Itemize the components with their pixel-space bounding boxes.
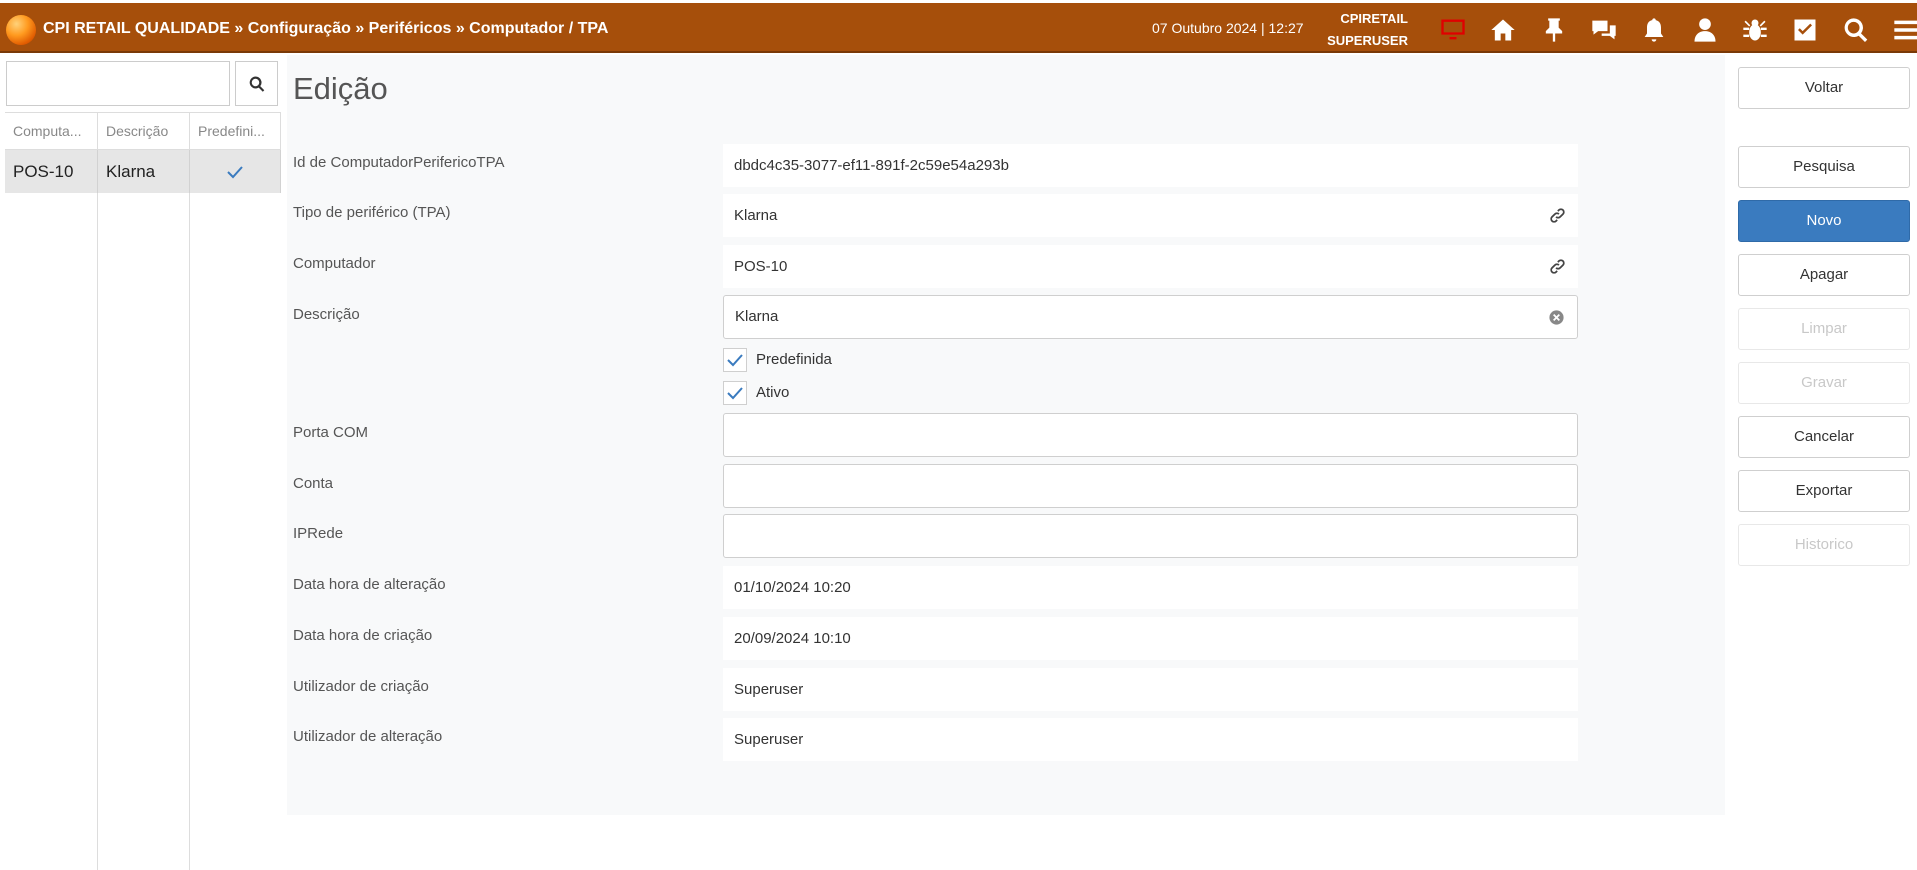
bug-icon[interactable] bbox=[1730, 14, 1780, 46]
field-id: dbdc4c35-3077-ef11-891f-2c59e54a293b bbox=[723, 144, 1578, 187]
link-icon[interactable] bbox=[1549, 258, 1566, 275]
label-computador: Computador bbox=[293, 255, 376, 272]
list-search-input[interactable] bbox=[6, 61, 230, 106]
chat-icon[interactable] bbox=[1579, 14, 1629, 46]
column-header-computador[interactable]: Computa... bbox=[5, 113, 98, 149]
record-list-panel: Computa... Descrição Predefini... POS-10… bbox=[0, 55, 286, 870]
limpar-button: Limpar bbox=[1738, 308, 1910, 350]
monitor-icon[interactable] bbox=[1428, 14, 1478, 46]
historico-button: Historico bbox=[1738, 524, 1910, 566]
search-icon bbox=[249, 76, 264, 92]
label-iprede: IPRede bbox=[293, 525, 344, 542]
porta-com-input[interactable] bbox=[723, 413, 1578, 457]
list-search-button[interactable] bbox=[235, 61, 278, 106]
menu-icon[interactable] bbox=[1881, 14, 1917, 46]
row-description: Klarna bbox=[98, 150, 190, 193]
list-header: Computa... Descrição Predefini... bbox=[5, 112, 281, 150]
current-datetime: 07 Outubro 2024 | 12:27 bbox=[1152, 20, 1304, 36]
checkbox-icon[interactable] bbox=[1780, 14, 1830, 46]
conta-input[interactable] bbox=[723, 464, 1578, 508]
actions-panel: Voltar Pesquisa Novo Apagar Limpar Grava… bbox=[1725, 55, 1917, 815]
clear-icon[interactable] bbox=[1548, 309, 1565, 326]
label-conta: Conta bbox=[293, 475, 334, 492]
link-icon[interactable] bbox=[1549, 207, 1566, 224]
home-icon[interactable] bbox=[1478, 14, 1528, 46]
user-name: SUPERUSER bbox=[1327, 33, 1408, 48]
field-computador: POS-10 bbox=[723, 245, 1578, 288]
row-computer: POS-10 bbox=[5, 150, 98, 193]
field-data-criacao: 20/09/2024 10:10 bbox=[723, 617, 1578, 660]
label-utilizador-alteracao: Utilizador de alteração bbox=[293, 728, 443, 745]
label-tipo: Tipo de periférico (TPA) bbox=[293, 204, 451, 221]
list-row[interactable]: POS-10 Klarna bbox=[5, 150, 281, 193]
toolbar-icons bbox=[1428, 14, 1917, 46]
column-divider bbox=[189, 193, 190, 870]
edit-form: Edição Id de ComputadorPerifericoTPA dbd… bbox=[287, 55, 1725, 815]
app-logo[interactable] bbox=[6, 15, 36, 45]
check-icon bbox=[227, 165, 243, 178]
pin-icon[interactable] bbox=[1529, 14, 1579, 46]
cancelar-button[interactable]: Cancelar bbox=[1738, 416, 1910, 458]
ativo-checkbox[interactable] bbox=[723, 381, 747, 405]
label-id: Id de ComputadorPerifericoTPA bbox=[293, 154, 505, 171]
check-icon bbox=[727, 354, 743, 367]
ativo-label: Ativo bbox=[756, 384, 790, 401]
label-data-criacao: Data hora de criação bbox=[293, 627, 433, 644]
descricao-input[interactable]: Klarna bbox=[723, 295, 1578, 339]
search-icon[interactable] bbox=[1830, 14, 1880, 46]
field-tipo: Klarna bbox=[723, 194, 1578, 237]
apagar-button[interactable]: Apagar bbox=[1738, 254, 1910, 296]
predefinida-label: Predefinida bbox=[756, 351, 832, 368]
column-header-descricao[interactable]: Descrição bbox=[98, 113, 190, 149]
user-icon[interactable] bbox=[1679, 14, 1729, 46]
page-title: Edição bbox=[293, 71, 388, 106]
novo-button[interactable]: Novo bbox=[1738, 200, 1910, 242]
check-icon bbox=[727, 387, 743, 400]
field-utilizador-alteracao: Superuser bbox=[723, 718, 1578, 761]
descricao-input-value: Klarna bbox=[735, 308, 779, 325]
gravar-button: Gravar bbox=[1738, 362, 1910, 404]
label-porta-com: Porta COM bbox=[293, 424, 369, 441]
label-utilizador-criacao: Utilizador de criação bbox=[293, 678, 429, 695]
field-utilizador-criacao: Superuser bbox=[723, 668, 1578, 711]
company-name: CPIRETAIL bbox=[1340, 11, 1408, 26]
pesquisa-button[interactable]: Pesquisa bbox=[1738, 146, 1910, 188]
breadcrumb: CPI RETAIL QUALIDADE » Configuração » Pe… bbox=[43, 20, 609, 37]
iprede-input[interactable] bbox=[723, 514, 1578, 558]
field-tipo-value: Klarna bbox=[734, 207, 778, 224]
voltar-button[interactable]: Voltar bbox=[1738, 67, 1910, 109]
user-info: CPIRETAIL SUPERUSER bbox=[1320, 8, 1408, 52]
label-data-alteracao: Data hora de alteração bbox=[293, 576, 446, 593]
exportar-button[interactable]: Exportar bbox=[1738, 470, 1910, 512]
bell-icon[interactable] bbox=[1629, 14, 1679, 46]
predefinida-checkbox[interactable] bbox=[723, 348, 747, 372]
column-divider bbox=[97, 193, 98, 870]
row-default-check bbox=[190, 150, 281, 193]
field-data-alteracao: 01/10/2024 10:20 bbox=[723, 566, 1578, 609]
top-bar: CPI RETAIL QUALIDADE » Configuração » Pe… bbox=[0, 0, 1917, 53]
field-computador-value: POS-10 bbox=[734, 258, 788, 275]
column-header-predefinida[interactable]: Predefini... bbox=[190, 113, 281, 149]
label-descricao: Descrição bbox=[293, 306, 360, 323]
